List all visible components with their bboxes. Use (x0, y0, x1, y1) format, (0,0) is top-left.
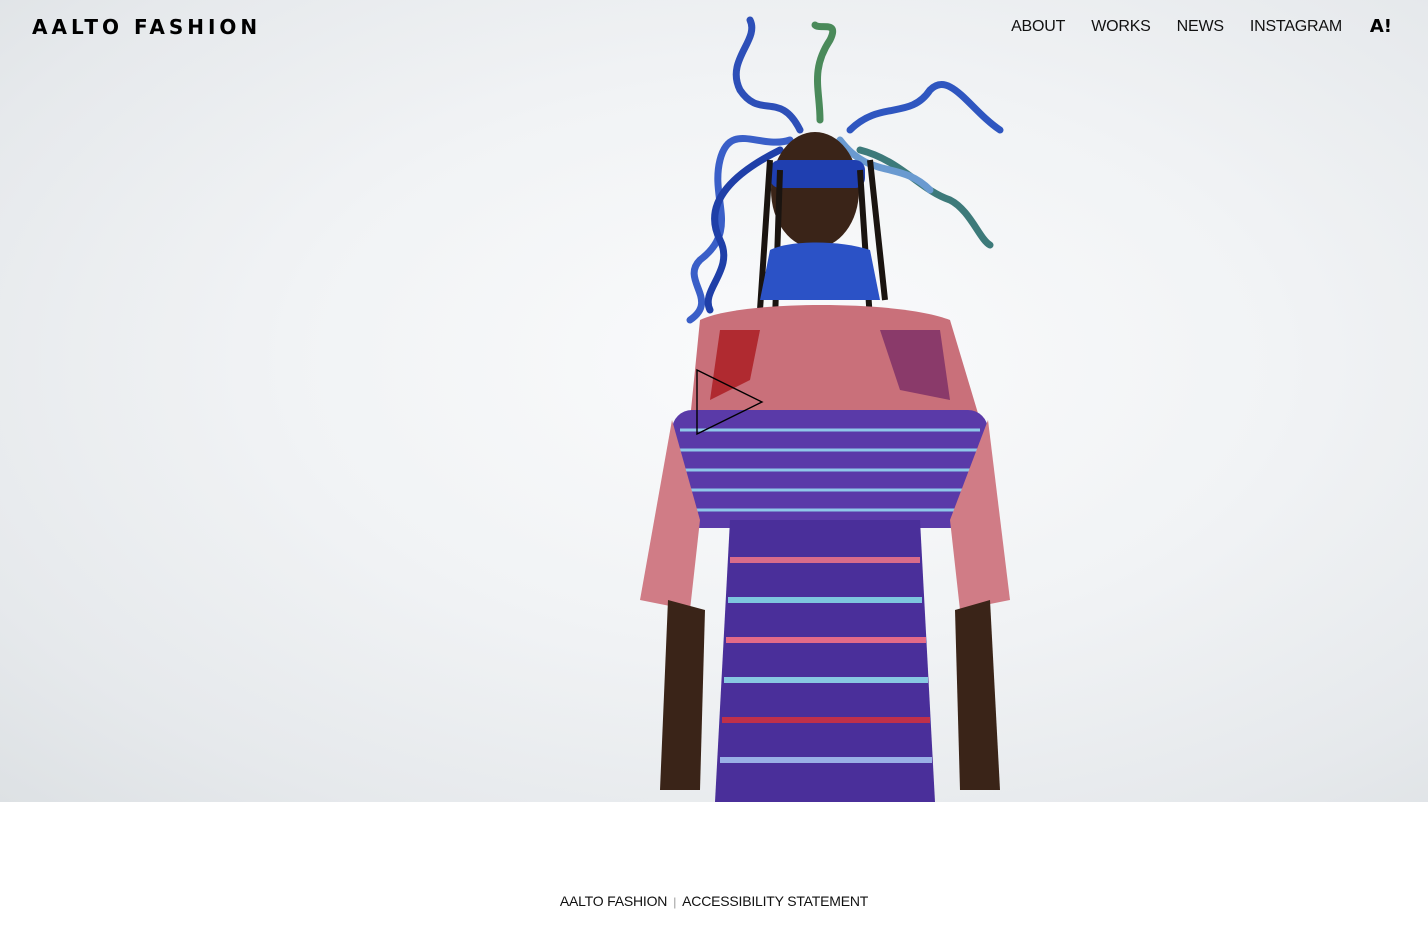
footer-accessibility-link[interactable]: ACCESSIBILITY STATEMENT (682, 893, 868, 909)
nav-about[interactable]: ABOUT (1011, 18, 1065, 36)
hero-video[interactable] (0, 0, 1428, 802)
main-nav: ABOUT WORKS NEWS INSTAGRAM (1011, 18, 1342, 36)
play-icon[interactable] (694, 368, 766, 436)
logo-link[interactable]: AALTO FASHION (32, 15, 261, 39)
site-footer: AALTO FASHION | ACCESSIBILITY STATEMENT (0, 893, 1428, 909)
site-header: AALTO FASHION ABOUT WORKS NEWS INSTAGRAM… (0, 0, 1428, 56)
footer-home-link[interactable]: AALTO FASHION (560, 893, 668, 909)
nav-instagram[interactable]: INSTAGRAM (1250, 18, 1342, 36)
nav-works[interactable]: WORKS (1091, 18, 1151, 36)
page: AALTO FASHION ABOUT WORKS NEWS INSTAGRAM… (0, 0, 1428, 945)
nav-news[interactable]: NEWS (1177, 18, 1224, 36)
aalto-brand-mark[interactable]: A! (1370, 16, 1392, 37)
footer-separator: | (673, 895, 677, 909)
